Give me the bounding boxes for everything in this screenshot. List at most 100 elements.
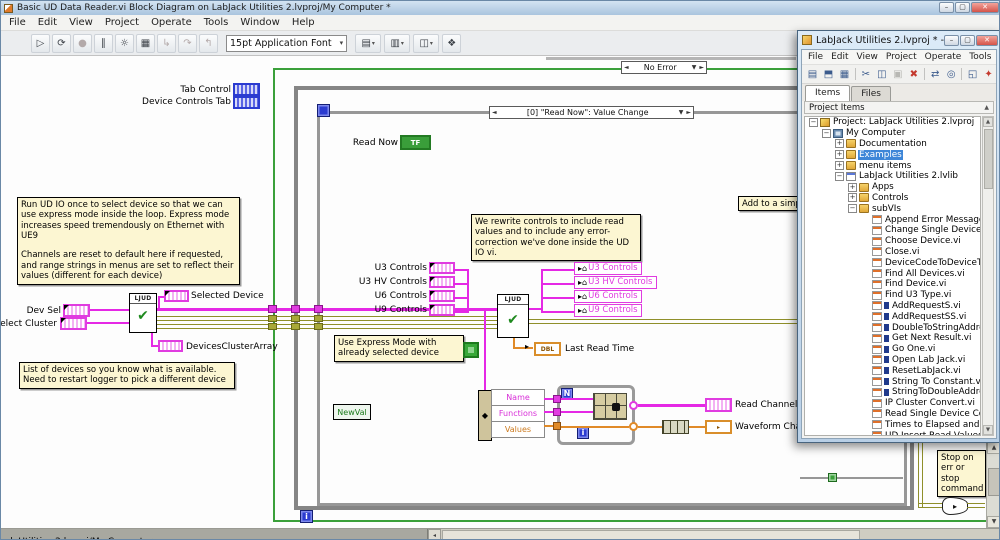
tree-expander[interactable]: + bbox=[835, 139, 844, 148]
comment-list-of-devices[interactable]: List of devices so you know what is avai… bbox=[19, 362, 235, 389]
menu-item[interactable]: View bbox=[853, 52, 882, 62]
menu-item[interactable]: File bbox=[3, 17, 32, 28]
main-title-bar[interactable]: Basic UD Data Reader.vi Block Diagram on… bbox=[1, 1, 1000, 15]
tree-item[interactable]: − My Computer bbox=[805, 128, 980, 139]
ljud-vi-node[interactable]: LJUD ✔ bbox=[497, 294, 529, 338]
tree-item[interactable]: StringToDoubleAddress.vi bbox=[805, 387, 980, 398]
unbundle-field[interactable]: Values bbox=[491, 421, 545, 438]
save-all-button[interactable]: ▦ bbox=[837, 66, 852, 82]
menu-item[interactable]: View bbox=[63, 17, 99, 28]
maximize-button[interactable]: ▢ bbox=[955, 2, 970, 13]
scroll-down-button[interactable]: ▼ bbox=[983, 425, 993, 435]
toolbar-separator[interactable] bbox=[922, 66, 926, 82]
cluster-terminal[interactable] bbox=[429, 276, 455, 288]
unbundle-field[interactable]: Name bbox=[491, 389, 545, 406]
ljud-vi-node[interactable]: LJUD ✔ bbox=[129, 293, 157, 333]
close-button[interactable]: ✕ bbox=[971, 2, 999, 13]
retain-wire-values-button[interactable]: ▦ bbox=[136, 34, 155, 53]
new-window-dropdown[interactable]: ◱ bbox=[965, 66, 980, 82]
delete-button[interactable]: ✖ bbox=[906, 66, 921, 82]
waveform-chart-terminal[interactable]: ▸ bbox=[705, 420, 732, 434]
tree-expander[interactable]: − bbox=[848, 204, 857, 213]
highlight-execution-button[interactable]: ☼ bbox=[115, 34, 134, 53]
cut-button[interactable]: ✂ bbox=[858, 66, 873, 82]
tree-item[interactable]: AddRequestS.vi bbox=[805, 301, 980, 312]
project-items-tree[interactable]: − Project: LabJack Utilities 2.lvproj − … bbox=[804, 116, 981, 436]
header-arrow-icon[interactable]: ▲ bbox=[984, 104, 989, 111]
menu-item[interactable]: Window bbox=[234, 17, 285, 28]
read-now-terminal[interactable]: TF bbox=[400, 135, 431, 150]
tree-item[interactable]: Append Error Message.vi bbox=[805, 214, 980, 225]
reorder-button[interactable]: ❖ bbox=[442, 34, 461, 53]
tree-item[interactable]: Find All Devices.vi bbox=[805, 268, 980, 279]
last-read-time-terminal[interactable]: DBL bbox=[534, 342, 561, 356]
step-out-button[interactable]: ↰ bbox=[199, 34, 218, 53]
tree-scrollbar[interactable]: ▲ ▼ bbox=[982, 116, 994, 436]
event-selector-label[interactable]: ◄ [0] "Read Now": Value Change ▼ ► bbox=[489, 106, 694, 119]
tab-files[interactable]: Files bbox=[851, 86, 891, 101]
read-channels-terminal[interactable] bbox=[705, 398, 732, 412]
tab-items[interactable]: Items bbox=[805, 85, 850, 101]
tree-item[interactable]: DoubleToStringAddress.vi bbox=[805, 322, 980, 333]
tree-item[interactable]: Times to Elapsed and Increment bbox=[805, 419, 980, 430]
step-over-button[interactable]: ↷ bbox=[178, 34, 197, 53]
minimize-button[interactable]: – bbox=[939, 2, 954, 13]
project-explorer-title-bar[interactable]: LabJack Utilities 2.lvproj * - Projec...… bbox=[798, 31, 1000, 49]
abort-button[interactable]: ● bbox=[73, 34, 92, 53]
tree-expander[interactable]: − bbox=[835, 172, 844, 181]
cluster-terminal[interactable] bbox=[429, 304, 455, 316]
tree-item[interactable]: Read Single Device Configuratio bbox=[805, 409, 980, 420]
horizontal-scrollbar[interactable]: LabJack Utilities 2.lvproj/My Computer ◂ bbox=[1, 528, 1000, 540]
find-button[interactable]: ◎ bbox=[944, 66, 959, 82]
boolean-true-constant[interactable] bbox=[463, 342, 479, 358]
minimize-button[interactable]: – bbox=[944, 35, 959, 46]
scroll-up-button[interactable]: ▲ bbox=[983, 117, 993, 127]
control-local-variable[interactable]: U9 Controls bbox=[574, 304, 642, 317]
comment-stop-on[interactable]: Stop on err or stop command bbox=[937, 450, 986, 497]
tree-item[interactable]: Get Next Result.vi bbox=[805, 333, 980, 344]
tree-item[interactable]: Find Device.vi bbox=[805, 279, 980, 290]
menu-item[interactable]: Tools bbox=[965, 52, 995, 62]
tree-expander[interactable]: + bbox=[848, 183, 857, 192]
toolbar-separator[interactable] bbox=[853, 66, 857, 82]
tree-item[interactable]: Find U3 Type.vi bbox=[805, 290, 980, 301]
run-button[interactable]: ▷ bbox=[31, 34, 50, 53]
cluster-terminal[interactable] bbox=[429, 290, 455, 302]
menu-item[interactable]: Project bbox=[99, 17, 145, 28]
control-local-variable[interactable]: U6 Controls bbox=[574, 290, 642, 303]
new-vi-button[interactable]: ▤ bbox=[805, 66, 820, 82]
selector-left-arrow-icon[interactable]: ◄ bbox=[492, 109, 497, 116]
comment-rewrite-controls[interactable]: We rewrite controls to include read valu… bbox=[471, 214, 641, 261]
scroll-left-button[interactable]: ◂ bbox=[428, 529, 441, 540]
run-continuous-button[interactable]: ⟳ bbox=[52, 34, 71, 53]
index-array-node[interactable] bbox=[593, 393, 627, 420]
menu-item[interactable]: File bbox=[804, 52, 827, 62]
maximize-button[interactable]: ▢ bbox=[960, 35, 975, 46]
pause-button[interactable]: ∥ bbox=[94, 34, 113, 53]
selector-down-arrow-icon[interactable]: ▼ bbox=[679, 109, 684, 116]
comment-express-mode[interactable]: Use Express Mode with already selected d… bbox=[334, 335, 464, 362]
case-selector-label[interactable]: ◄ No Error ▼ ► bbox=[621, 61, 707, 74]
deploy-button[interactable]: ✦ bbox=[981, 66, 996, 82]
align-objects-button[interactable]: ▤ bbox=[355, 34, 381, 53]
menu-item[interactable]: Project bbox=[882, 52, 921, 62]
tree-item[interactable]: + Controls bbox=[805, 193, 980, 204]
tree-item[interactable]: + Documentation bbox=[805, 139, 980, 150]
horizontal-scroll-thumb[interactable] bbox=[442, 530, 860, 540]
vertical-scrollbar[interactable]: ▲ ▼ bbox=[986, 442, 1000, 528]
vertical-scroll-thumb[interactable] bbox=[988, 468, 1000, 496]
step-into-button[interactable]: ↳ bbox=[157, 34, 176, 53]
menu-item[interactable]: Edit bbox=[32, 17, 63, 28]
selector-right-arrow-icon[interactable]: ► bbox=[686, 109, 691, 116]
menu-item[interactable]: Edit bbox=[827, 52, 852, 62]
tree-item[interactable]: Choose Device.vi bbox=[805, 236, 980, 247]
tree-expander[interactable]: + bbox=[835, 161, 844, 170]
control-local-variable[interactable]: U3 Controls bbox=[574, 262, 642, 275]
close-button[interactable]: ✕ bbox=[976, 35, 998, 46]
tree-item[interactable]: String To Constant.vi bbox=[805, 376, 980, 387]
tree-item[interactable]: Close.vi bbox=[805, 247, 980, 258]
for-loop-iteration-terminal[interactable]: i bbox=[577, 427, 589, 439]
control-local-variable[interactable]: U3 HV Controls bbox=[574, 276, 657, 289]
ud-select-cluster-terminal[interactable] bbox=[60, 317, 87, 330]
menu-item[interactable]: Help bbox=[286, 17, 321, 28]
